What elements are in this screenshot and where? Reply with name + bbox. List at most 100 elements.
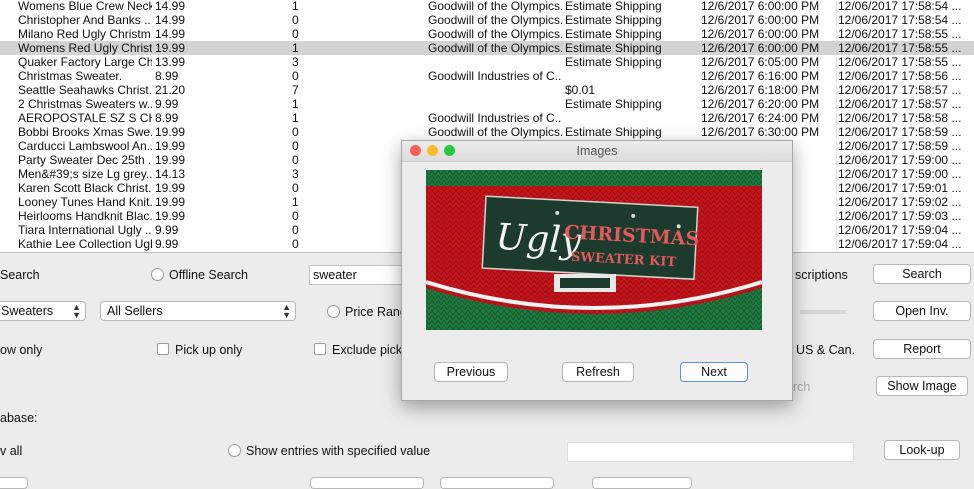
cell-added: 12/06/2017 17:58:57 ... bbox=[838, 83, 962, 97]
cell-count: 0 bbox=[292, 181, 299, 195]
cell-count: 0 bbox=[292, 125, 299, 139]
cell-seller: Goodwill Industries of C... bbox=[428, 69, 562, 83]
select-arrows-icon: ▲ ▼ bbox=[72, 302, 81, 320]
cell-title: Christmas Sweater. bbox=[18, 69, 123, 83]
cell-added: 12/06/2017 17:58:54 ... bbox=[838, 13, 962, 27]
price-range-radio[interactable] bbox=[327, 305, 340, 318]
images-dialog: Images Ugly CHRISTMAS SWEATER KIT Previo… bbox=[401, 140, 793, 401]
cell-count: 7 bbox=[292, 83, 299, 97]
cell-shipping: Estimate Shipping bbox=[565, 97, 662, 111]
cell-count: 0 bbox=[292, 209, 299, 223]
cell-title: Party Sweater Dec 25th ... bbox=[18, 153, 152, 167]
cell-price: 14.99 bbox=[155, 0, 186, 13]
cell-count: 1 bbox=[292, 0, 299, 13]
bottom-button-4[interactable] bbox=[592, 477, 692, 489]
dialog-titlebar[interactable]: Images bbox=[402, 141, 792, 162]
cell-title: Looney Tunes Hand Knit... bbox=[18, 195, 152, 209]
close-window-icon[interactable] bbox=[410, 145, 421, 156]
cell-added: 12/06/2017 17:58:57 ... bbox=[838, 97, 962, 111]
cell-added: 12/06/2017 17:59:04 ... bbox=[838, 237, 962, 251]
cell-title: Heirlooms Handknit Blac... bbox=[18, 209, 152, 223]
cell-price: 13.99 bbox=[155, 55, 186, 69]
open-inventory-button[interactable]: Open Inv. bbox=[873, 301, 971, 321]
cell-count: 3 bbox=[292, 55, 299, 69]
cell-shipping: Estimate Shipping bbox=[565, 55, 662, 69]
table-row[interactable]: Milano Red Ugly Christm... 14.99 0 Goodwill… bbox=[0, 27, 974, 41]
cell-added: 12/06/2017 17:58:55 ... bbox=[838, 55, 962, 69]
cell-count: 1 bbox=[292, 41, 299, 55]
show-entries-label: Show entries with specified value bbox=[246, 444, 431, 458]
cell-end-time: 12/6/2017 6:30:00 PM bbox=[701, 125, 820, 139]
table-row[interactable]: Christmas Sweater. 8.99 0 Goodwill Industri… bbox=[0, 69, 974, 83]
bottom-button-1[interactable] bbox=[0, 477, 28, 489]
cell-price: 19.99 bbox=[155, 153, 186, 167]
cell-title: Carducci Lambswool An... bbox=[18, 139, 152, 153]
sellers-select[interactable]: All Sellers ▲ ▼ bbox=[100, 301, 296, 321]
zoom-window-icon[interactable] bbox=[444, 145, 455, 156]
cell-end-time: 12/6/2017 6:20:00 PM bbox=[701, 97, 820, 111]
table-row[interactable]: Womens Blue Crew Neck... 14.99 1 Goodwill o… bbox=[0, 0, 974, 13]
table-row[interactable]: Quaker Factory Large Ch... 13.99 3 Estimate… bbox=[0, 55, 974, 69]
cell-title: Karen Scott Black Christ... bbox=[18, 181, 152, 195]
previous-button[interactable]: Previous bbox=[434, 362, 508, 382]
offline-search-label: Offline Search bbox=[169, 268, 248, 282]
cell-end-time: 12/6/2017 6:00:00 PM bbox=[701, 27, 820, 41]
cell-title: Tiara International Ugly ... bbox=[18, 223, 152, 237]
cell-shipping: Estimate Shipping bbox=[565, 13, 662, 27]
lookup-button[interactable]: Look-up bbox=[884, 440, 960, 460]
cell-added: 12/06/2017 17:59:01 ... bbox=[838, 181, 962, 195]
cell-price: 19.99 bbox=[155, 209, 186, 223]
table-row[interactable]: Christopher And Banks ... 14.99 0 Goodwill … bbox=[0, 13, 974, 27]
cell-end-time: 12/6/2017 6:05:00 PM bbox=[701, 55, 820, 69]
cell-seller: Goodwill of the Olympics... bbox=[428, 13, 562, 27]
category-value: Sweaters bbox=[1, 304, 54, 318]
bottom-button-3[interactable] bbox=[440, 477, 554, 489]
search-section-label: Search bbox=[0, 268, 40, 282]
exclude-pickup-checkbox[interactable] bbox=[314, 343, 326, 355]
pickup-only-label: Pick up only bbox=[175, 343, 243, 357]
bottom-button-2[interactable] bbox=[310, 477, 424, 489]
cell-title: Milano Red Ugly Christm... bbox=[18, 27, 152, 41]
table-row-selected[interactable]: Womens Red Ugly Christ... 19.99 1 Goodwill … bbox=[0, 41, 974, 55]
pickup-only-checkbox[interactable] bbox=[157, 343, 169, 355]
cell-added: 12/06/2017 17:59:00 ... bbox=[838, 167, 962, 181]
cell-added: 12/06/2017 17:59:02 ... bbox=[838, 195, 962, 209]
cell-count: 0 bbox=[292, 139, 299, 153]
search-button[interactable]: Search bbox=[873, 264, 971, 284]
cell-title: Kathie Lee Collection Ugl... bbox=[18, 237, 152, 251]
table-row[interactable]: Seattle Seahawks Christ... 21.20 7 $0.01 12/… bbox=[0, 83, 974, 97]
cell-end-time: 12/6/2017 6:00:00 PM bbox=[701, 13, 820, 27]
cell-title: Quaker Factory Large Ch... bbox=[18, 55, 152, 69]
show-entries-radio[interactable] bbox=[228, 444, 241, 457]
search-input[interactable]: sweater bbox=[309, 265, 409, 285]
cell-count: 0 bbox=[292, 13, 299, 27]
cell-count: 1 bbox=[292, 111, 299, 125]
cell-count: 0 bbox=[292, 153, 299, 167]
cell-price: 9.99 bbox=[155, 97, 179, 111]
report-button[interactable]: Report bbox=[873, 339, 971, 359]
descriptions-label: scriptions bbox=[795, 268, 848, 282]
cell-added: 12/06/2017 17:59:03 ... bbox=[838, 209, 962, 223]
cell-shipping: $0.01 bbox=[565, 83, 596, 97]
lookup-value-input[interactable] bbox=[567, 442, 854, 462]
cell-end-time: 12/6/2017 6:18:00 PM bbox=[701, 83, 820, 97]
sweater-label-image: Ugly CHRISTMAS SWEATER KIT bbox=[426, 170, 762, 330]
cell-price: 19.99 bbox=[155, 41, 186, 55]
price-slider-track[interactable] bbox=[800, 310, 846, 314]
cell-price: 21.20 bbox=[155, 83, 186, 97]
next-button[interactable]: Next bbox=[680, 362, 748, 382]
table-row[interactable]: AEROPOSTALE SZ S CHRI...8.99 1 Goodwill In… bbox=[0, 111, 974, 125]
sellers-value: All Sellers bbox=[107, 304, 163, 318]
cell-shipping: Estimate Shipping bbox=[565, 27, 662, 41]
cell-title: Christopher And Banks ... bbox=[18, 13, 152, 27]
table-row[interactable]: Bobbi Brooks Xmas Swe... 19.99 0 Goodwill o… bbox=[0, 125, 974, 139]
table-row[interactable]: 2 Christmas Sweaters w... 9.99 1 Estimate S… bbox=[0, 97, 974, 111]
category-select[interactable]: Sweaters ▲ ▼ bbox=[0, 301, 86, 321]
offline-search-radio[interactable] bbox=[151, 268, 164, 281]
cell-shipping: Estimate Shipping bbox=[565, 0, 662, 13]
refresh-button[interactable]: Refresh bbox=[562, 362, 634, 382]
cell-count: 3 bbox=[292, 167, 299, 181]
cell-added: 12/06/2017 17:58:59 ... bbox=[838, 125, 962, 139]
minimize-window-icon[interactable] bbox=[427, 145, 438, 156]
show-image-button[interactable]: Show Image bbox=[876, 376, 968, 396]
